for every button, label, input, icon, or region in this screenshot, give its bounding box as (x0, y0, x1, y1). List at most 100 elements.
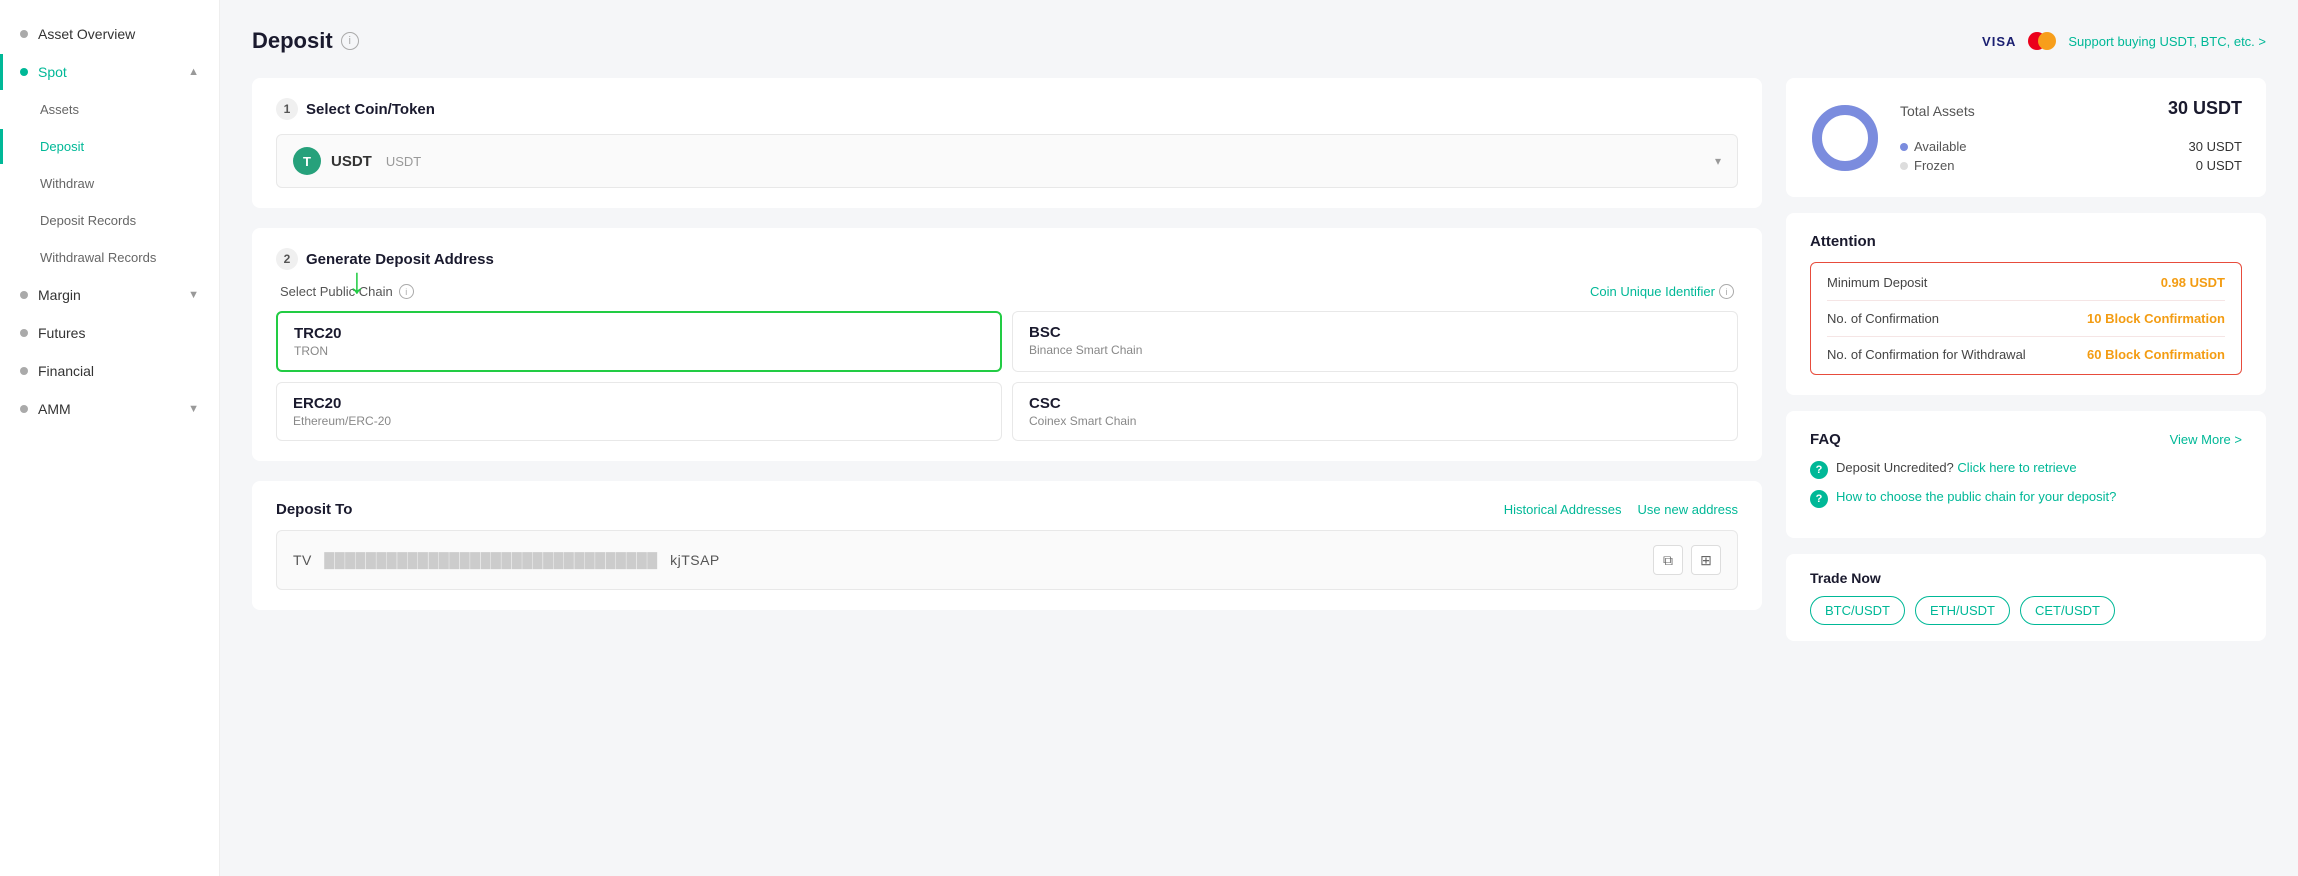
support-link[interactable]: Support buying USDT, BTC, etc. > (2068, 34, 2266, 49)
sidebar-item-label: Futures (38, 325, 85, 341)
content-area: 1 Select Coin/Token T USDT USDT ▾ 2 Gene… (252, 78, 2266, 641)
chain-card-trc20[interactable]: TRC20 TRON (276, 311, 1002, 372)
futures-icon (20, 329, 28, 337)
sidebar-item-label: Spot (38, 64, 67, 80)
copy-button[interactable]: ⧉ (1653, 545, 1683, 575)
chain-full-erc20: Ethereum/ERC-20 (293, 414, 985, 428)
address-start: TV (293, 552, 312, 568)
step1-title: Select Coin/Token (306, 101, 435, 118)
trade-now-title: Trade Now (1810, 570, 2242, 586)
sidebar-item-label: Assets (40, 102, 79, 117)
confirmation-value: 10 Block Confirmation (2087, 311, 2225, 326)
faq-card: FAQ View More > ? Deposit Uncredited? Cl… (1786, 411, 2266, 538)
confirmation-row: No. of Confirmation 10 Block Confirmatio… (1827, 311, 2225, 326)
min-deposit-value: 0.98 USDT (2161, 275, 2225, 290)
historical-addresses-link[interactable]: Historical Addresses (1504, 502, 1622, 517)
available-value: 30 USDT (2189, 139, 2242, 154)
chain-card-erc20[interactable]: ERC20 Ethereum/ERC-20 (276, 382, 1002, 441)
trade-now-card: Trade Now BTC/USDT ETH/USDT CET/USDT (1786, 554, 2266, 641)
chain-full-trc20: TRON (294, 344, 984, 358)
faq-text-1: Deposit Uncredited? Click here to retrie… (1836, 460, 2077, 475)
step1-block: 1 Select Coin/Token T USDT USDT ▾ (252, 78, 1762, 208)
asset-overview-icon (20, 30, 28, 38)
divider1 (1827, 300, 2225, 301)
sidebar-item-label: AMM (38, 401, 71, 417)
deposit-to-block: Deposit To Historical Addresses Use new … (252, 481, 1762, 610)
right-panel: Total Assets 30 USDT Available 30 USDT (1786, 78, 2266, 641)
frozen-label: Frozen (1914, 158, 1954, 173)
identifier-info-icon[interactable]: i (1719, 284, 1734, 299)
chain-grid: ↓ TRC20 TRON BSC Binance Smart Chain ERC… (276, 311, 1738, 441)
chevron-up-icon: ▲ (188, 66, 199, 78)
use-new-address-link[interactable]: Use new address (1638, 502, 1738, 517)
sidebar-item-label: Deposit (40, 139, 84, 154)
visa-logo: VISA (1982, 34, 2016, 49)
sidebar-item-deposit[interactable]: Deposit (0, 129, 219, 164)
step1-num: 1 (276, 98, 298, 120)
withdrawal-confirmation-label: No. of Confirmation for Withdrawal (1827, 347, 2026, 362)
attention-card: Attention Minimum Deposit 0.98 USDT No. … (1786, 213, 2266, 395)
coin-selector[interactable]: T USDT USDT ▾ (276, 134, 1738, 188)
trade-pairs: BTC/USDT ETH/USDT CET/USDT (1810, 596, 2242, 625)
withdrawal-confirmation-value: 60 Block Confirmation (2087, 347, 2225, 362)
deposit-to-links: Historical Addresses Use new address (1504, 502, 1738, 517)
chain-full-bsc: Binance Smart Chain (1029, 343, 1721, 357)
address-end: kjTSAP (670, 552, 720, 568)
chain-code-trc20: TRC20 (294, 325, 984, 342)
page-title-row: Deposit i (252, 28, 359, 54)
faq-link-1[interactable]: Click here to retrieve (1957, 460, 2076, 475)
frozen-value: 0 USDT (2196, 158, 2242, 173)
select-chain-label: Select Public Chain (280, 284, 393, 299)
faq-item-2: ? How to choose the public chain for you… (1810, 489, 2242, 508)
dropdown-arrow-icon: ▾ (1715, 154, 1721, 168)
deposit-to-header: Deposit To Historical Addresses Use new … (276, 501, 1738, 518)
sidebar-item-margin[interactable]: Margin ▼ (0, 277, 219, 313)
qr-code-button[interactable]: ⊞ (1691, 545, 1721, 575)
step2-label: 2 Generate Deposit Address (276, 248, 1738, 270)
sidebar-item-amm[interactable]: AMM ▼ (0, 391, 219, 427)
faq-view-more[interactable]: View More > (2170, 432, 2242, 447)
sidebar-item-assets[interactable]: Assets (0, 92, 219, 127)
chain-code-csc: CSC (1029, 395, 1721, 412)
available-dot (1900, 143, 1908, 151)
sidebar-item-label: Financial (38, 363, 94, 379)
mastercard-logo (2028, 32, 2056, 50)
sidebar-item-deposit-records[interactable]: Deposit Records (0, 203, 219, 238)
chain-code-erc20: ERC20 (293, 395, 985, 412)
chain-card-bsc[interactable]: BSC Binance Smart Chain (1012, 311, 1738, 372)
min-deposit-row: Minimum Deposit 0.98 USDT (1827, 275, 2225, 290)
attention-box: Minimum Deposit 0.98 USDT No. of Confirm… (1810, 262, 2242, 375)
page-header: Deposit i VISA Support buying USDT, BTC,… (252, 28, 2266, 54)
spot-icon (20, 68, 28, 76)
faq-header: FAQ View More > (1810, 431, 2242, 448)
chain-card-csc[interactable]: CSC Coinex Smart Chain (1012, 382, 1738, 441)
coin-icon: T (293, 147, 321, 175)
sidebar-item-financial[interactable]: Financial (0, 353, 219, 389)
sidebar-item-spot[interactable]: Spot ▲ (0, 54, 219, 90)
attention-title: Attention (1810, 233, 2242, 250)
sidebar-item-asset-overview[interactable]: Asset Overview (0, 16, 219, 52)
trade-pair-cet[interactable]: CET/USDT (2020, 596, 2115, 625)
trade-pair-btc[interactable]: BTC/USDT (1810, 596, 1905, 625)
sidebar-item-futures[interactable]: Futures (0, 315, 219, 351)
sidebar-item-label: Withdrawal Records (40, 250, 156, 265)
main-content: Deposit i VISA Support buying USDT, BTC,… (220, 0, 2298, 876)
faq-icon-2: ? (1810, 490, 1828, 508)
deposit-to-title: Deposit To (276, 501, 352, 518)
step2-title: Generate Deposit Address (306, 251, 494, 268)
info-icon[interactable]: i (341, 32, 359, 50)
chain-label-row: Select Public Chain i Coin Unique Identi… (276, 284, 1738, 299)
trade-pair-eth[interactable]: ETH/USDT (1915, 596, 2010, 625)
chain-info-icon[interactable]: i (399, 284, 414, 299)
sidebar-item-withdraw[interactable]: Withdraw (0, 166, 219, 201)
faq-link-2[interactable]: How to choose the public chain for your … (1836, 489, 2116, 504)
chain-code-bsc: BSC (1029, 324, 1721, 341)
frozen-dot (1900, 162, 1908, 170)
min-deposit-label: Minimum Deposit (1827, 275, 1927, 290)
step2-num: 2 (276, 248, 298, 270)
address-text: TV ████████████████████████████████ kjTS… (293, 552, 1653, 568)
sidebar-item-label: Withdraw (40, 176, 94, 191)
coin-identifier-link[interactable]: Coin Unique Identifier i (1590, 284, 1734, 299)
sidebar-item-withdrawal-records[interactable]: Withdrawal Records (0, 240, 219, 275)
sidebar-item-label: Asset Overview (38, 26, 135, 42)
